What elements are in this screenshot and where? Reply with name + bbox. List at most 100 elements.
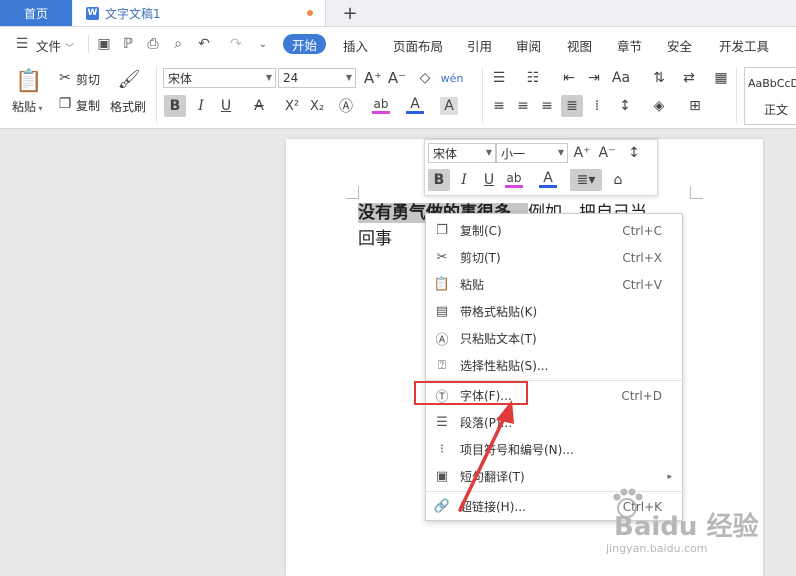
char-shading-icon[interactable]: A bbox=[440, 97, 458, 115]
align-left-icon[interactable]: ≡ bbox=[490, 97, 508, 115]
highlight-color-icon[interactable]: ab bbox=[372, 97, 390, 114]
menu-page-layout[interactable]: 页面布局 bbox=[393, 36, 443, 55]
quick-access-dropdown-icon[interactable]: ⌄ bbox=[255, 36, 271, 52]
numbered-list-icon[interactable]: ☷ bbox=[524, 69, 542, 87]
paste-button[interactable]: 粘贴 ▾ bbox=[12, 98, 43, 115]
clear-format-icon[interactable]: ◇ bbox=[416, 69, 434, 87]
redo-icon[interactable]: ↷ bbox=[228, 36, 244, 52]
align-center-icon[interactable]: ≡ bbox=[514, 97, 532, 115]
menu-review[interactable]: 审阅 bbox=[516, 36, 541, 55]
copy-button[interactable]: 复制 bbox=[76, 97, 100, 114]
unsaved-dot-icon bbox=[307, 10, 313, 16]
change-case-icon[interactable]: Aa bbox=[612, 69, 630, 87]
subscript-icon[interactable]: X₂ bbox=[308, 97, 326, 115]
font-name-dropdown[interactable]: 宋体 ▼ bbox=[163, 68, 276, 88]
italic-button[interactable]: I bbox=[192, 97, 210, 115]
shading-icon[interactable]: ◈ bbox=[650, 97, 668, 115]
context-item-paste-text-only[interactable]: Ⓐ 只粘贴文本(T) bbox=[426, 325, 682, 352]
export-pdf-icon[interactable]: ℙ bbox=[120, 36, 136, 52]
decrease-indent-icon[interactable]: ⇤ bbox=[560, 69, 578, 87]
mini-format-painter-icon[interactable]: ⌂ bbox=[609, 171, 627, 189]
print-icon[interactable]: ⎙ bbox=[145, 36, 161, 52]
menu-chapter[interactable]: 章节 bbox=[617, 36, 642, 55]
context-item-paste-with-format[interactable]: ▤ 带格式粘贴(K) bbox=[426, 298, 682, 325]
menu-bar: ☰ 文件 ﹀ ▣ ℙ ⎙ ⌕ ↶ ↷ ⌄ 开始 插入 页面布局 引用 审阅 视图… bbox=[0, 27, 796, 63]
menu-security[interactable]: 安全 bbox=[667, 36, 692, 55]
phonetic-guide-icon[interactable]: wén bbox=[441, 69, 464, 87]
font-color-icon[interactable]: A bbox=[406, 96, 424, 114]
mini-align-icon[interactable]: ≣▾ bbox=[570, 169, 602, 191]
context-item-paste-special[interactable]: ⍰ 选择性粘贴(S)... bbox=[426, 352, 682, 379]
paste-icon: 📋 bbox=[433, 277, 451, 292]
style-normal[interactable]: AaBbCcD 正文 bbox=[744, 67, 796, 125]
bold-button[interactable]: B bbox=[164, 95, 186, 117]
font-size-dropdown[interactable]: 24 ▼ bbox=[278, 68, 356, 88]
text-effect-icon[interactable]: Ⓐ bbox=[337, 97, 355, 115]
format-painter-icon: 🖌 bbox=[117, 68, 141, 90]
context-item-label: 复制(C) bbox=[460, 224, 502, 238]
bullet-list-icon[interactable]: ☰ bbox=[490, 69, 508, 87]
baidu-watermark: Baidu 经验 jingyan.baidu.com bbox=[606, 482, 790, 572]
save-icon[interactable]: ▣ bbox=[96, 36, 112, 52]
paste-icon[interactable]: 📋 bbox=[15, 68, 42, 94]
context-item-copy[interactable]: ❐ 复制(C) Ctrl+C bbox=[426, 217, 682, 244]
justify-icon[interactable]: ≣ bbox=[561, 95, 583, 117]
ribbon-toolbar: 📋 粘贴 ▾ ✂ 剪切 ❐ 复制 🖌 格式刷 宋体 ▼ 24 ▼ A⁺ A⁻ ◇ w… bbox=[0, 63, 796, 129]
menu-references[interactable]: 引用 bbox=[467, 36, 492, 55]
borders-icon[interactable]: ⊞ bbox=[686, 97, 704, 115]
mini-font-name-dropdown[interactable]: 宋体 ▼ bbox=[428, 143, 496, 163]
increase-indent-icon[interactable]: ⇥ bbox=[585, 69, 603, 87]
document-tab-title: 文字文稿1 bbox=[105, 6, 161, 21]
writer-doc-icon: W bbox=[86, 6, 99, 20]
menu-developer[interactable]: 开发工具 bbox=[719, 36, 769, 55]
decrease-font-icon[interactable]: A⁻ bbox=[388, 69, 406, 87]
mini-font-size-dropdown[interactable]: 小一 ▼ bbox=[496, 143, 568, 163]
format-painter-button[interactable]: 格式刷 bbox=[110, 98, 146, 115]
mini-font-name-value: 宋体 bbox=[433, 146, 458, 161]
watermark-brand: Baidu 经验 bbox=[614, 512, 759, 542]
tab-home[interactable]: 首页 bbox=[0, 0, 72, 26]
new-tab-button[interactable]: + bbox=[340, 2, 360, 24]
tab-document[interactable]: W 文字文稿1 bbox=[73, 0, 326, 26]
print-preview-icon[interactable]: ⌕ bbox=[170, 36, 186, 52]
divider bbox=[736, 67, 737, 123]
mini-bold-button[interactable]: B bbox=[428, 169, 450, 191]
menu-view[interactable]: 视图 bbox=[567, 36, 592, 55]
line-direction-icon[interactable]: ⇄ bbox=[680, 69, 698, 87]
menu-start[interactable]: 开始 bbox=[283, 34, 326, 54]
undo-icon[interactable]: ↶ bbox=[196, 36, 212, 52]
distribute-icon[interactable]: ⁞ bbox=[588, 97, 606, 115]
mini-font-color-icon[interactable]: A bbox=[539, 170, 557, 188]
mini-highlight-icon[interactable]: ab bbox=[505, 171, 523, 188]
mini-increase-font-icon[interactable]: A⁺ bbox=[573, 144, 591, 162]
chevron-down-icon: ▼ bbox=[265, 73, 272, 82]
context-item-paste[interactable]: 📋 粘贴 Ctrl+V bbox=[426, 271, 682, 298]
sort-icon[interactable]: ⇅ bbox=[650, 69, 668, 87]
superscript-icon[interactable]: X² bbox=[283, 97, 301, 115]
mini-italic-button[interactable]: I bbox=[455, 171, 473, 189]
context-item-label: 选择性粘贴(S)... bbox=[460, 359, 549, 373]
menu-insert[interactable]: 插入 bbox=[343, 36, 368, 55]
cut-button[interactable]: 剪切 bbox=[76, 71, 100, 88]
line-spacing-icon[interactable]: ↕ bbox=[616, 97, 634, 115]
submenu-arrow-icon: ▸ bbox=[667, 471, 672, 482]
chevron-down-icon: ▼ bbox=[485, 148, 492, 157]
align-right-icon[interactable]: ≡ bbox=[538, 97, 556, 115]
increase-font-icon[interactable]: A⁺ bbox=[364, 69, 382, 87]
hamburger-menu-icon[interactable]: ☰ bbox=[14, 36, 30, 52]
strikethrough-icon[interactable]: A bbox=[250, 97, 268, 115]
mini-underline-button[interactable]: U bbox=[480, 171, 498, 189]
mini-decrease-font-icon[interactable]: A⁻ bbox=[598, 144, 616, 162]
underline-button[interactable]: U bbox=[217, 97, 235, 115]
table-grid-icon[interactable]: ▦ bbox=[712, 69, 730, 87]
context-item-shortcut: Ctrl+V bbox=[622, 277, 662, 292]
context-item-cut[interactable]: ✂ 剪切(T) Ctrl+X bbox=[426, 244, 682, 271]
style-preview: AaBbCcD bbox=[748, 77, 796, 90]
style-name: 正文 bbox=[764, 103, 789, 117]
context-item-shortcut: Ctrl+X bbox=[622, 250, 662, 265]
mini-line-spacing-icon[interactable]: ↕ bbox=[625, 144, 643, 162]
font-size-value: 24 bbox=[283, 71, 299, 85]
context-item-label: 只粘贴文本(T) bbox=[460, 332, 537, 346]
menu-file[interactable]: 文件 ﹀ bbox=[36, 36, 74, 55]
document-text-line[interactable]: 回事 bbox=[358, 224, 392, 249]
